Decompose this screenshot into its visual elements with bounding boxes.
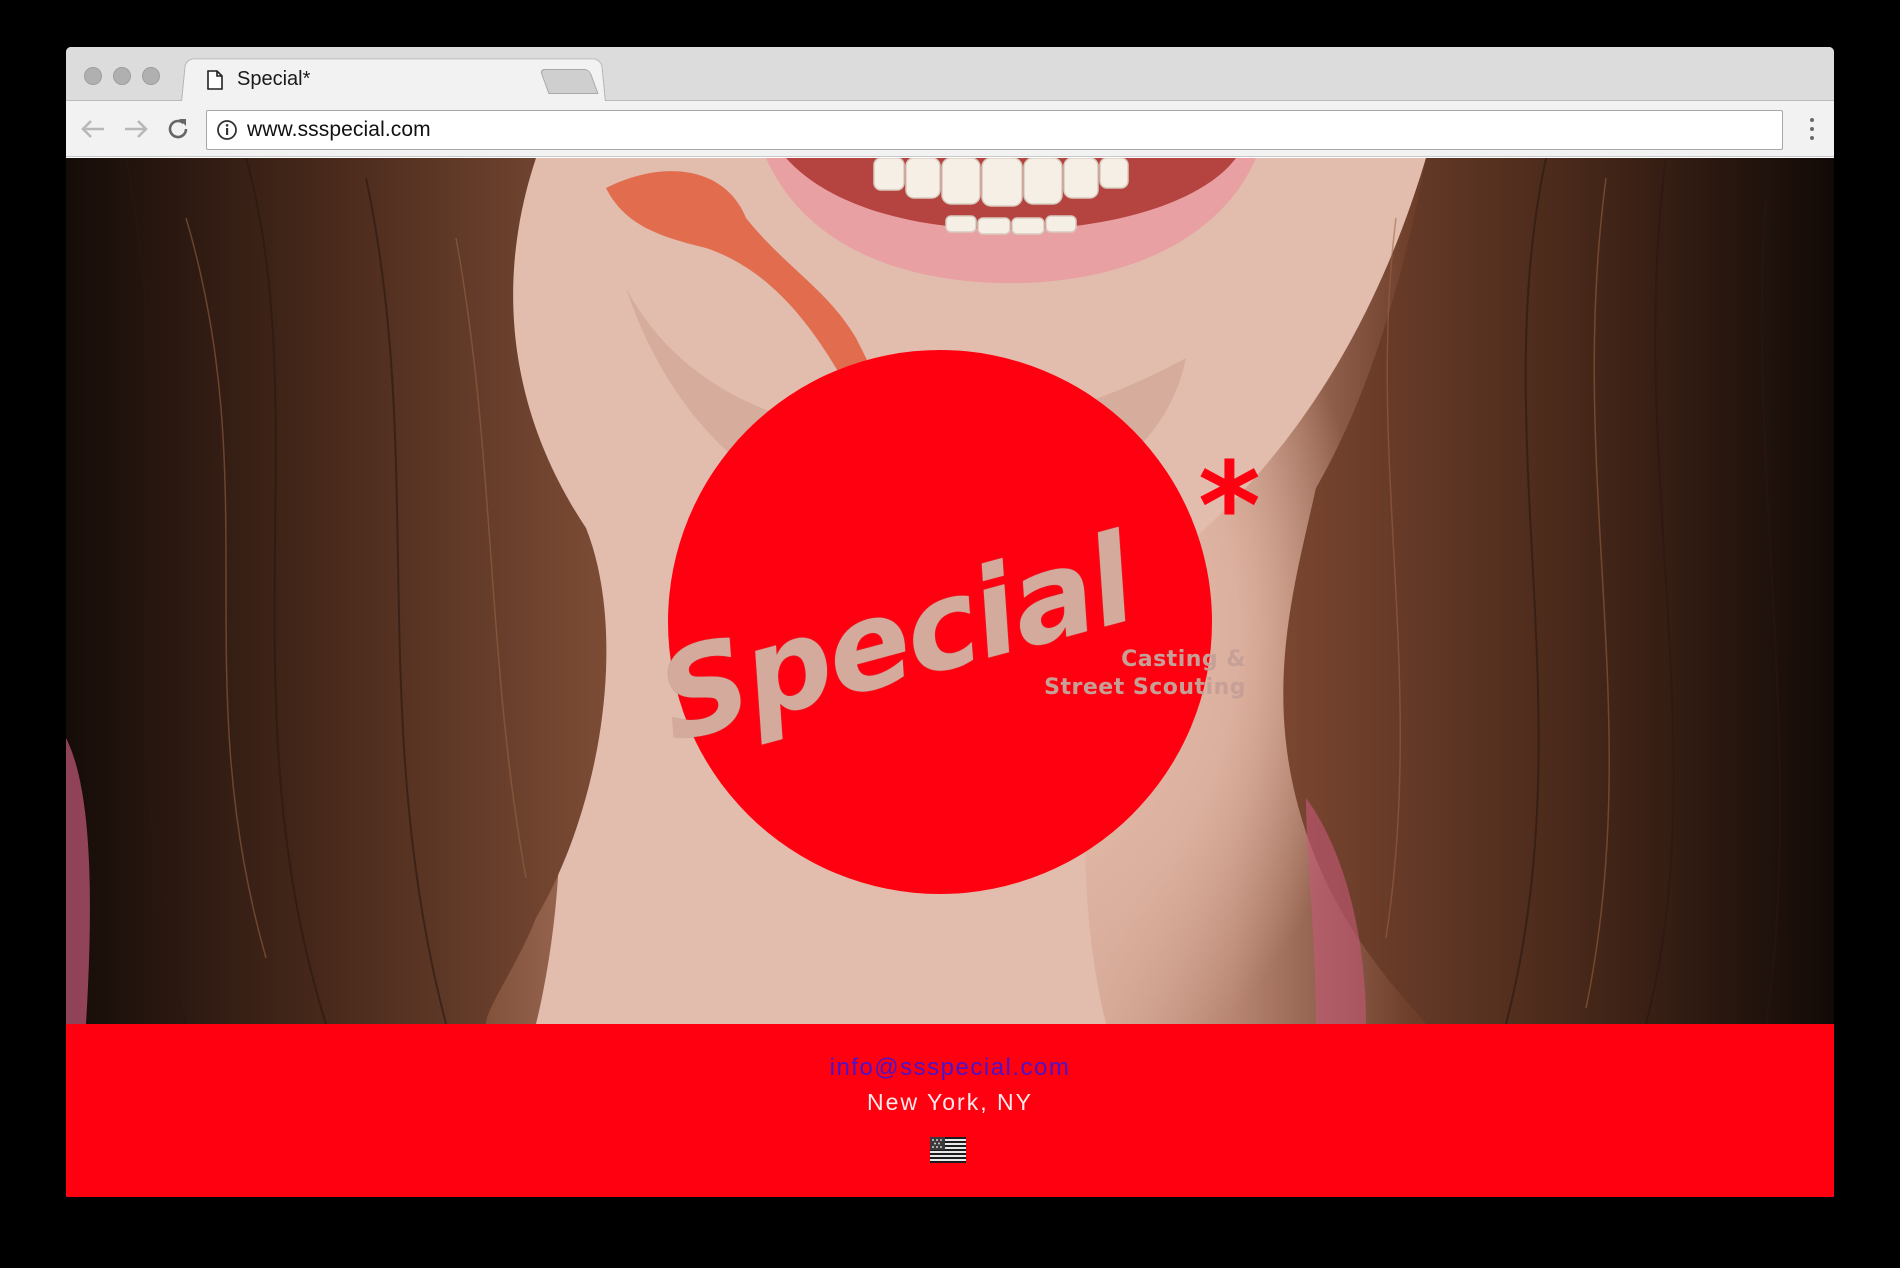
logo-asterisk: * — [1198, 438, 1261, 577]
reload-icon — [168, 119, 188, 139]
window-controls — [84, 67, 160, 85]
hero-photo: Special * Casting & Street Scouting — [66, 158, 1834, 1024]
url-text[interactable]: www.ssspecial.com — [247, 118, 431, 142]
menu-icon[interactable] — [1802, 115, 1822, 143]
tab-strip: Special* × — [66, 47, 1834, 102]
close-window-button[interactable] — [84, 67, 102, 85]
footer: info@ssspecial.com New York, NY — [66, 1024, 1834, 1197]
us-flag-icon[interactable] — [930, 1137, 966, 1163]
back-arrow-icon — [81, 120, 104, 138]
page-content: Special * Casting & Street Scouting info… — [66, 158, 1834, 1197]
back-button[interactable] — [78, 114, 108, 144]
info-icon[interactable] — [216, 119, 238, 141]
location-text: New York, NY — [867, 1089, 1033, 1115]
browser-window: Special* × www — [66, 47, 1834, 1197]
browser-toolbar: www.ssspecial.com — [66, 101, 1834, 157]
active-tab-content[interactable]: Special* × — [199, 57, 599, 102]
email-link[interactable]: info@ssspecial.com — [66, 1054, 1834, 1082]
address-bar[interactable]: www.ssspecial.com — [206, 110, 1783, 150]
logo-tagline-line2: Street Scouting — [1044, 675, 1246, 700]
forward-arrow-icon — [125, 120, 148, 138]
reload-button[interactable] — [163, 114, 193, 144]
logo-tagline-line1: Casting & — [1121, 647, 1246, 672]
new-tab-button[interactable] — [539, 69, 599, 94]
maximize-window-button[interactable] — [142, 67, 160, 85]
forward-button[interactable] — [121, 114, 151, 144]
logo-tagline: Casting & Street Scouting — [946, 646, 1246, 702]
tab-title: Special* — [237, 68, 311, 90]
page-icon — [207, 69, 225, 91]
minimize-window-button[interactable] — [113, 67, 131, 85]
